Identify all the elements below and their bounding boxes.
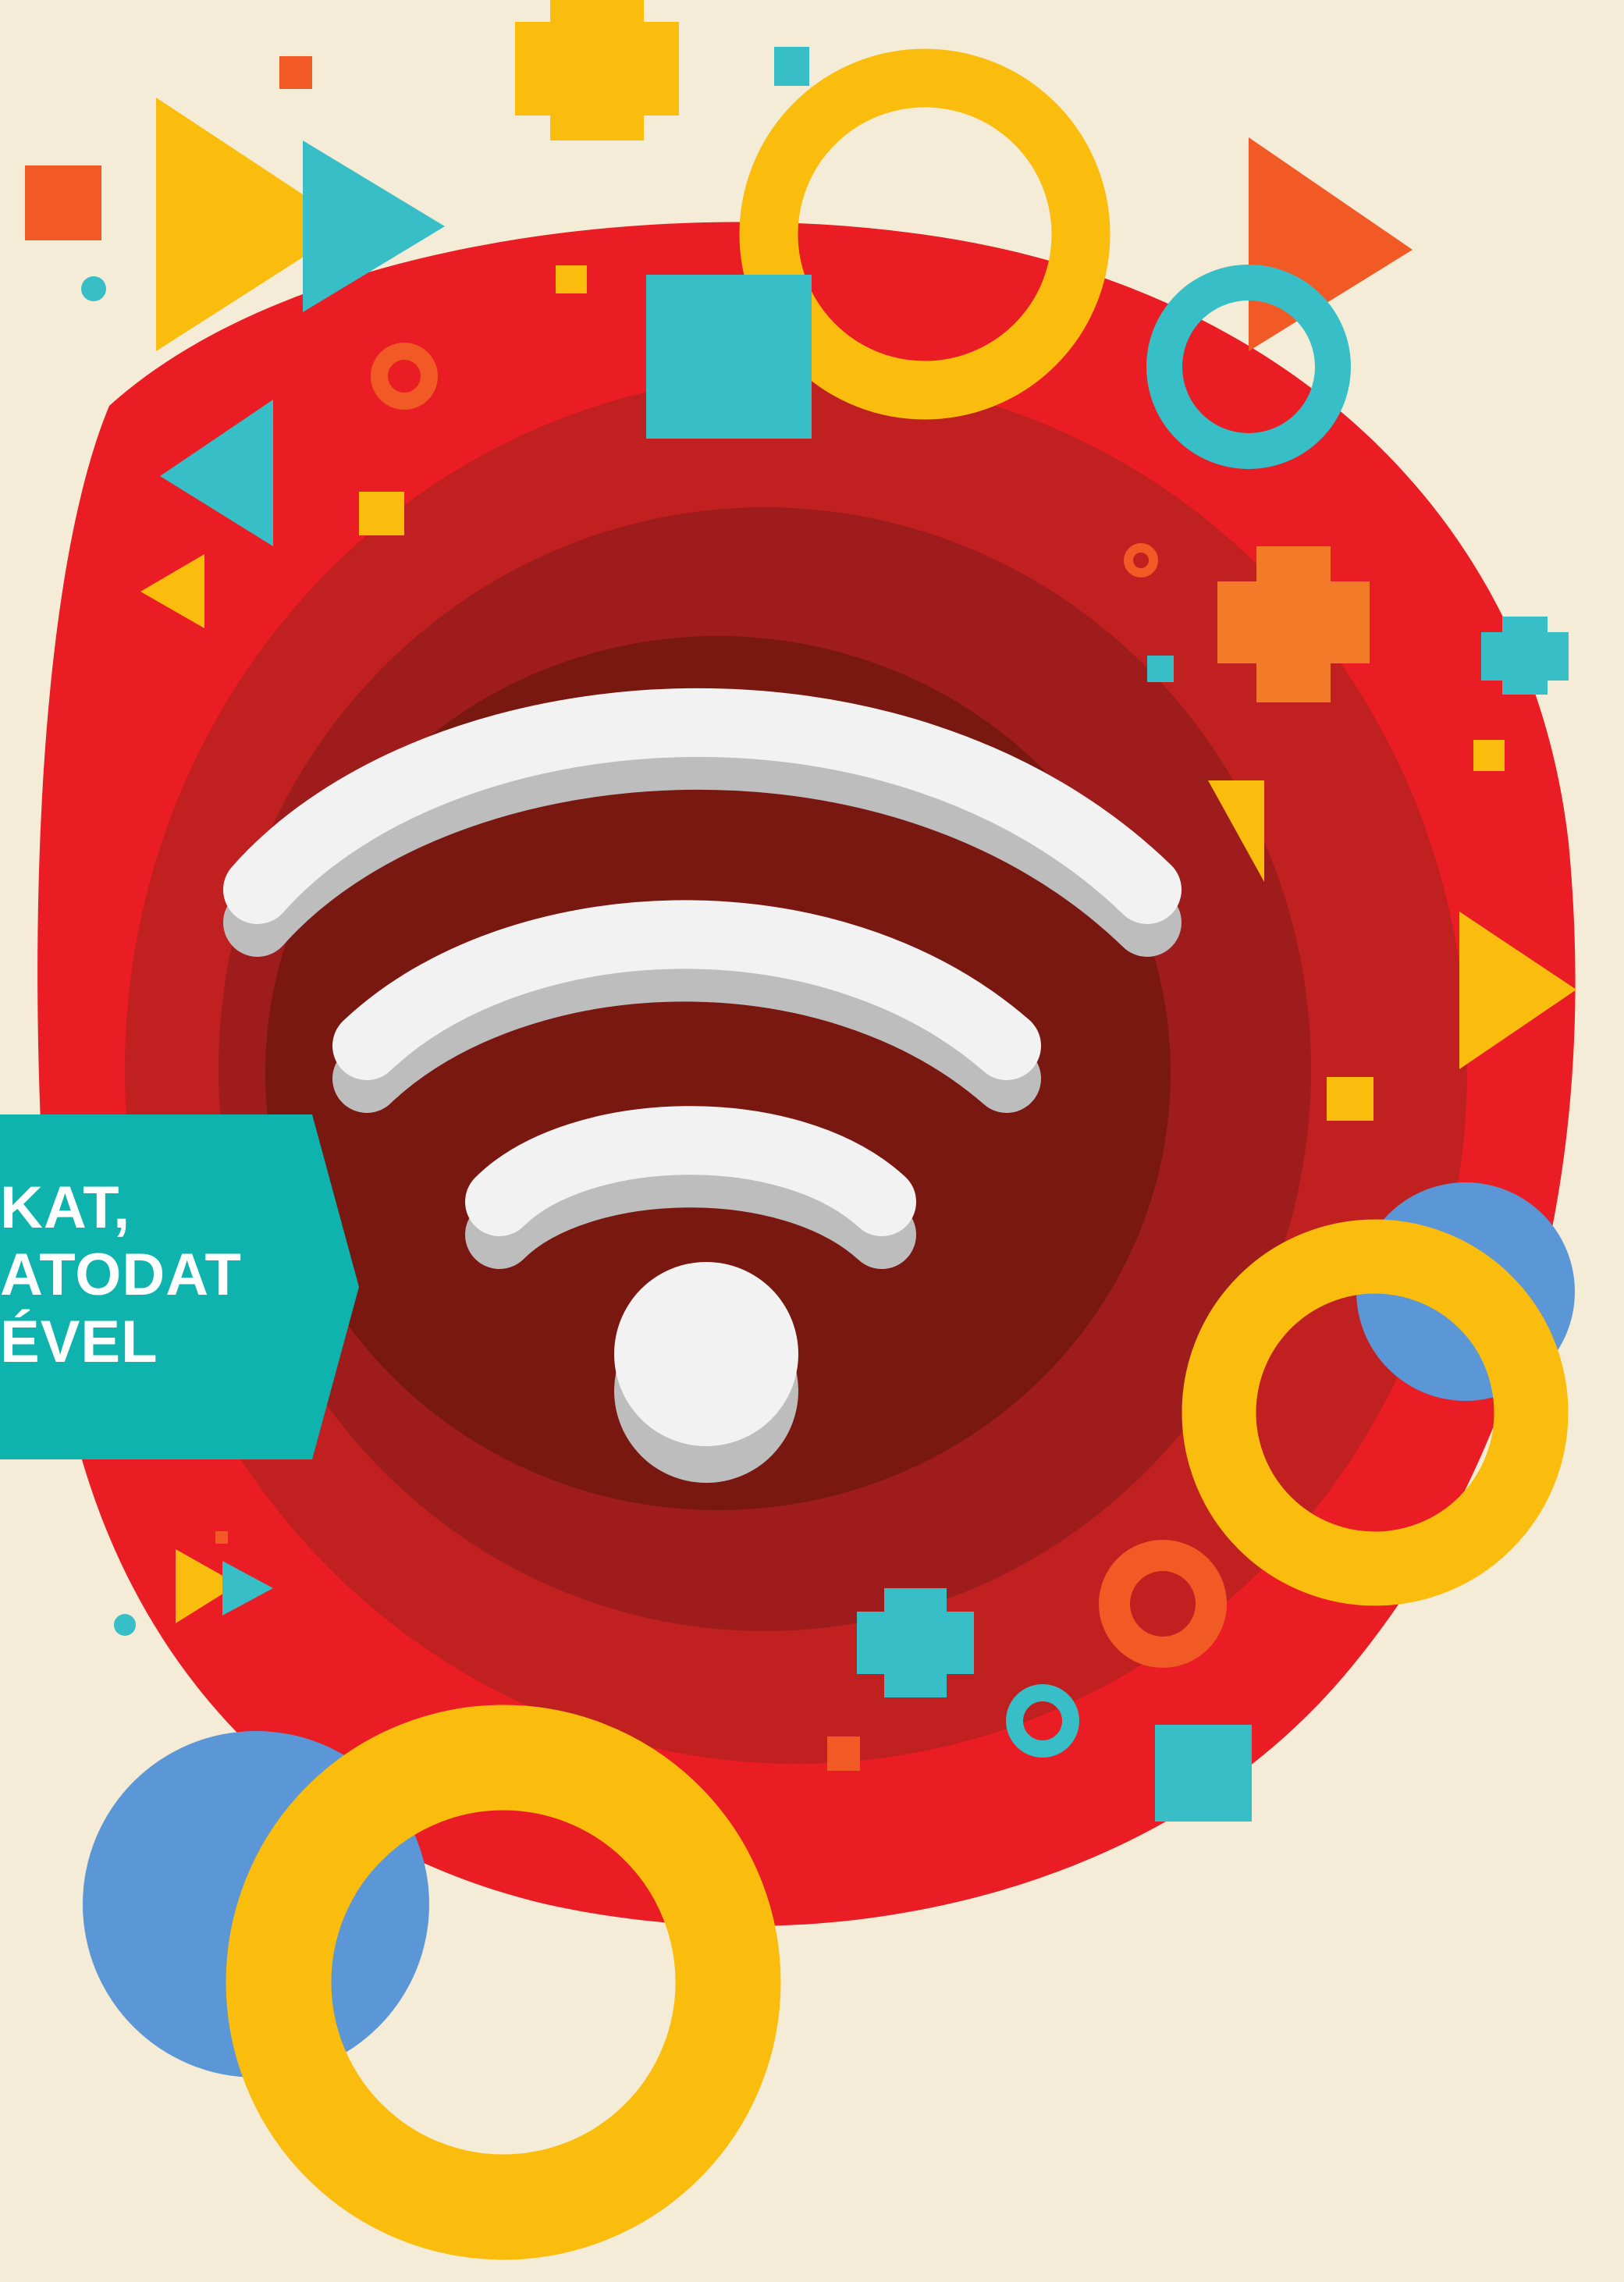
banner-line-2: ATODAT xyxy=(0,1242,242,1308)
teal-dot-bottom-left xyxy=(114,1614,136,1636)
banner-text: KAT, ATODAT ÉVEL xyxy=(0,1175,328,1376)
teal-square-top xyxy=(646,275,812,439)
teal-square-bottom-right xyxy=(1155,1725,1252,1822)
orange-square-small xyxy=(279,56,312,89)
yellow-square-right xyxy=(1473,740,1505,771)
yellow-square-right-mid xyxy=(1327,1077,1373,1121)
orange-square-bottom xyxy=(827,1736,860,1771)
banner-line-3: ÉVEL xyxy=(0,1309,158,1375)
teal-square-tiny xyxy=(774,47,809,86)
yellow-square-mid xyxy=(556,265,587,293)
orange-dot-bottom-left xyxy=(215,1531,228,1544)
poster: KAT, ATODAT ÉVEL xyxy=(0,0,1624,2282)
yellow-square-left xyxy=(359,492,404,535)
teal-dot-left xyxy=(81,276,106,301)
orange-square-left xyxy=(25,165,101,240)
banner-line-1: KAT, xyxy=(0,1175,131,1241)
teal-square-right-small xyxy=(1147,656,1174,682)
